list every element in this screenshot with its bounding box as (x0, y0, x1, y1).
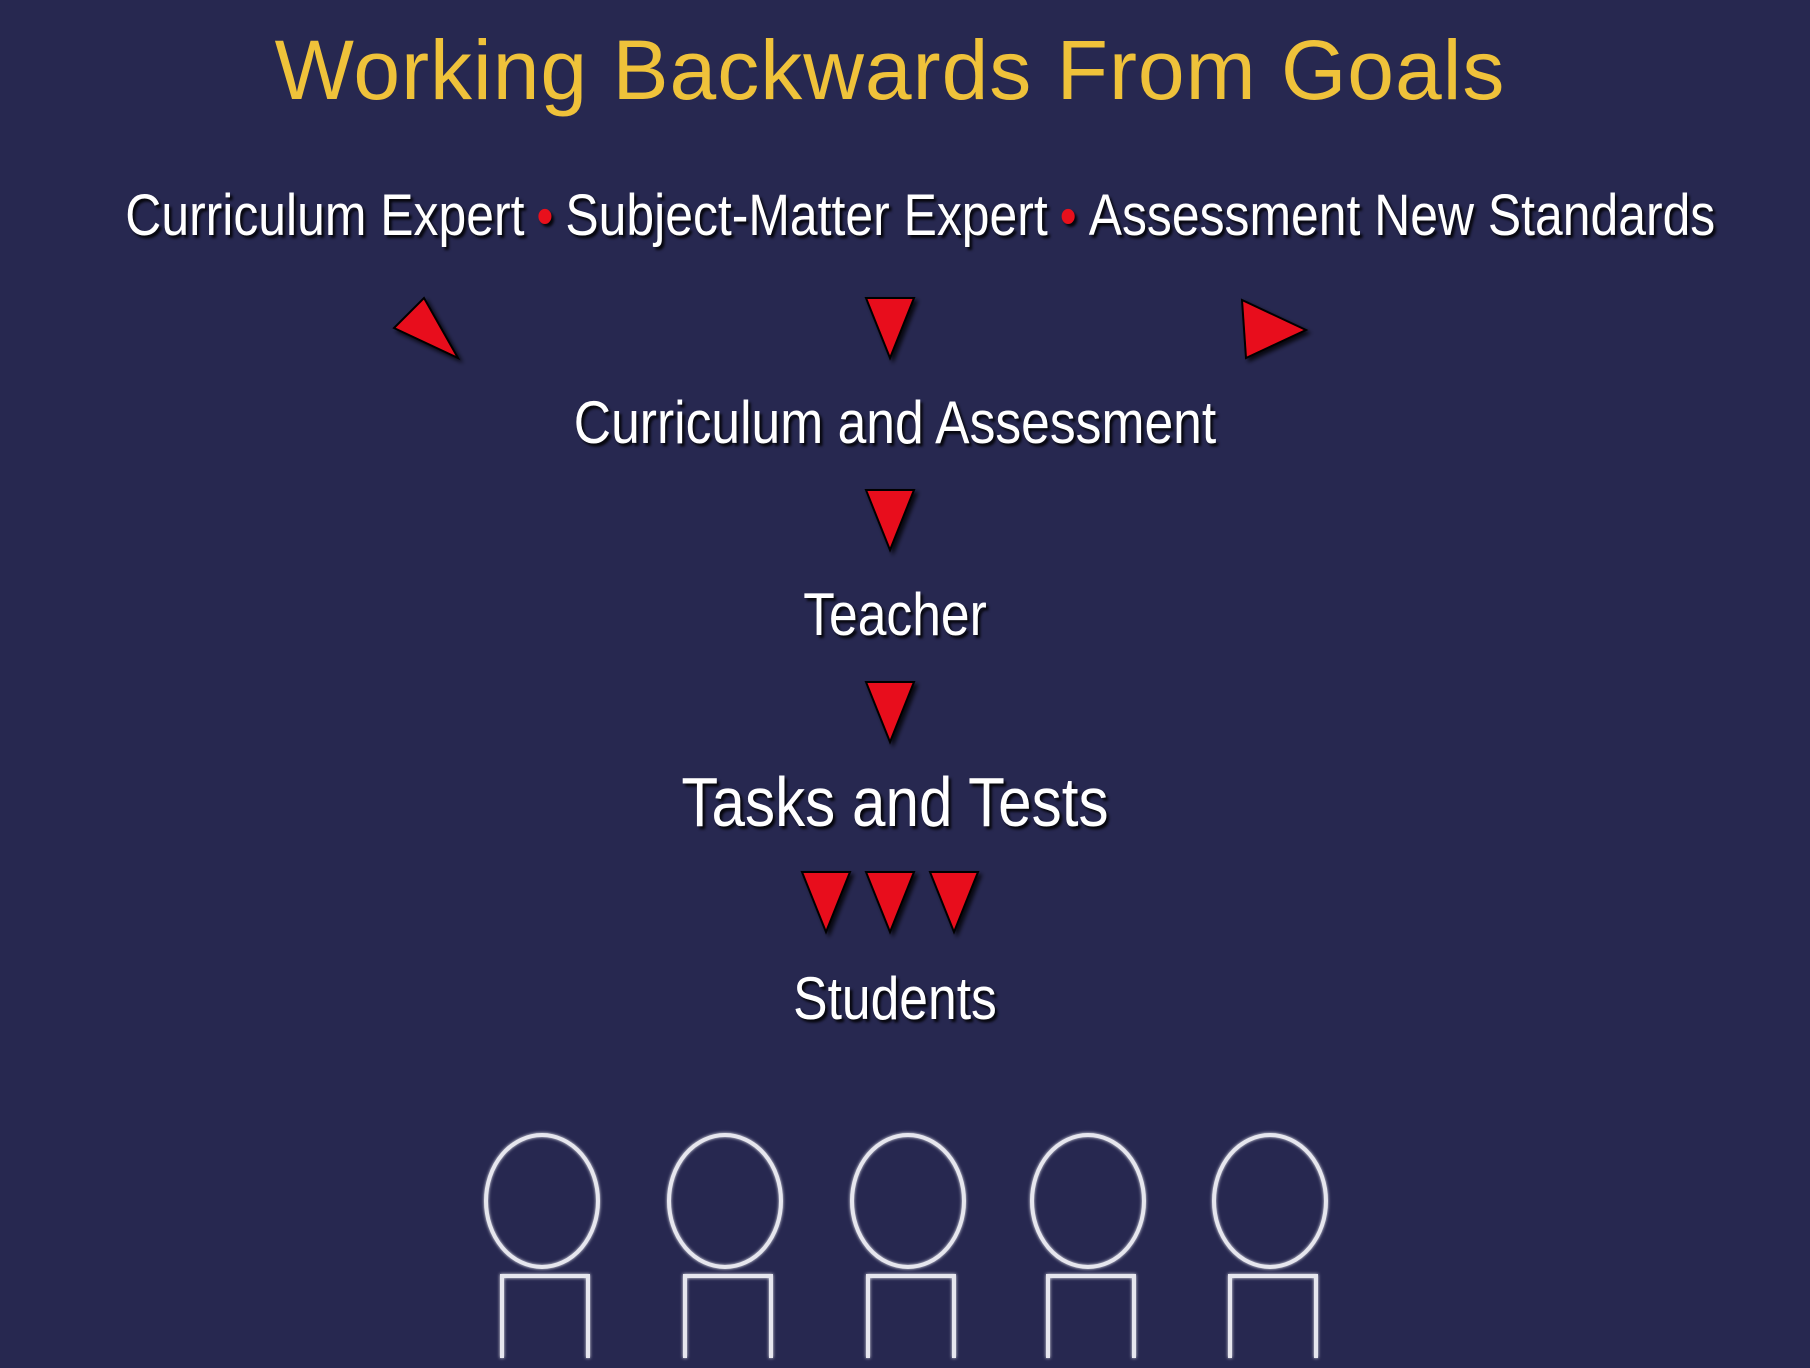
arrow-down (864, 297, 916, 361)
student-figure (1212, 1133, 1328, 1358)
student-head (850, 1133, 966, 1269)
student-head (1212, 1133, 1328, 1269)
diagram-graphics (392, 296, 1328, 1358)
arrow-down-left (1240, 298, 1309, 360)
student-head (484, 1133, 600, 1269)
student-figure (667, 1133, 783, 1358)
student-body (1228, 1274, 1318, 1358)
arrow-down (864, 681, 916, 745)
arrow-down (800, 871, 852, 935)
student-figure (850, 1133, 966, 1358)
student-body (866, 1274, 956, 1358)
student-head (1030, 1133, 1146, 1269)
student-figure (1030, 1133, 1146, 1358)
student-figure (484, 1133, 600, 1358)
arrow-down (864, 871, 916, 935)
arrow-down-right (392, 296, 461, 361)
student-head (667, 1133, 783, 1269)
student-body (683, 1274, 773, 1358)
slide: Working Backwards From Goals Curriculum … (0, 0, 1810, 1368)
arrow-down (928, 871, 980, 935)
student-body (1046, 1274, 1136, 1358)
student-body (500, 1274, 590, 1358)
arrow-down (864, 489, 916, 553)
